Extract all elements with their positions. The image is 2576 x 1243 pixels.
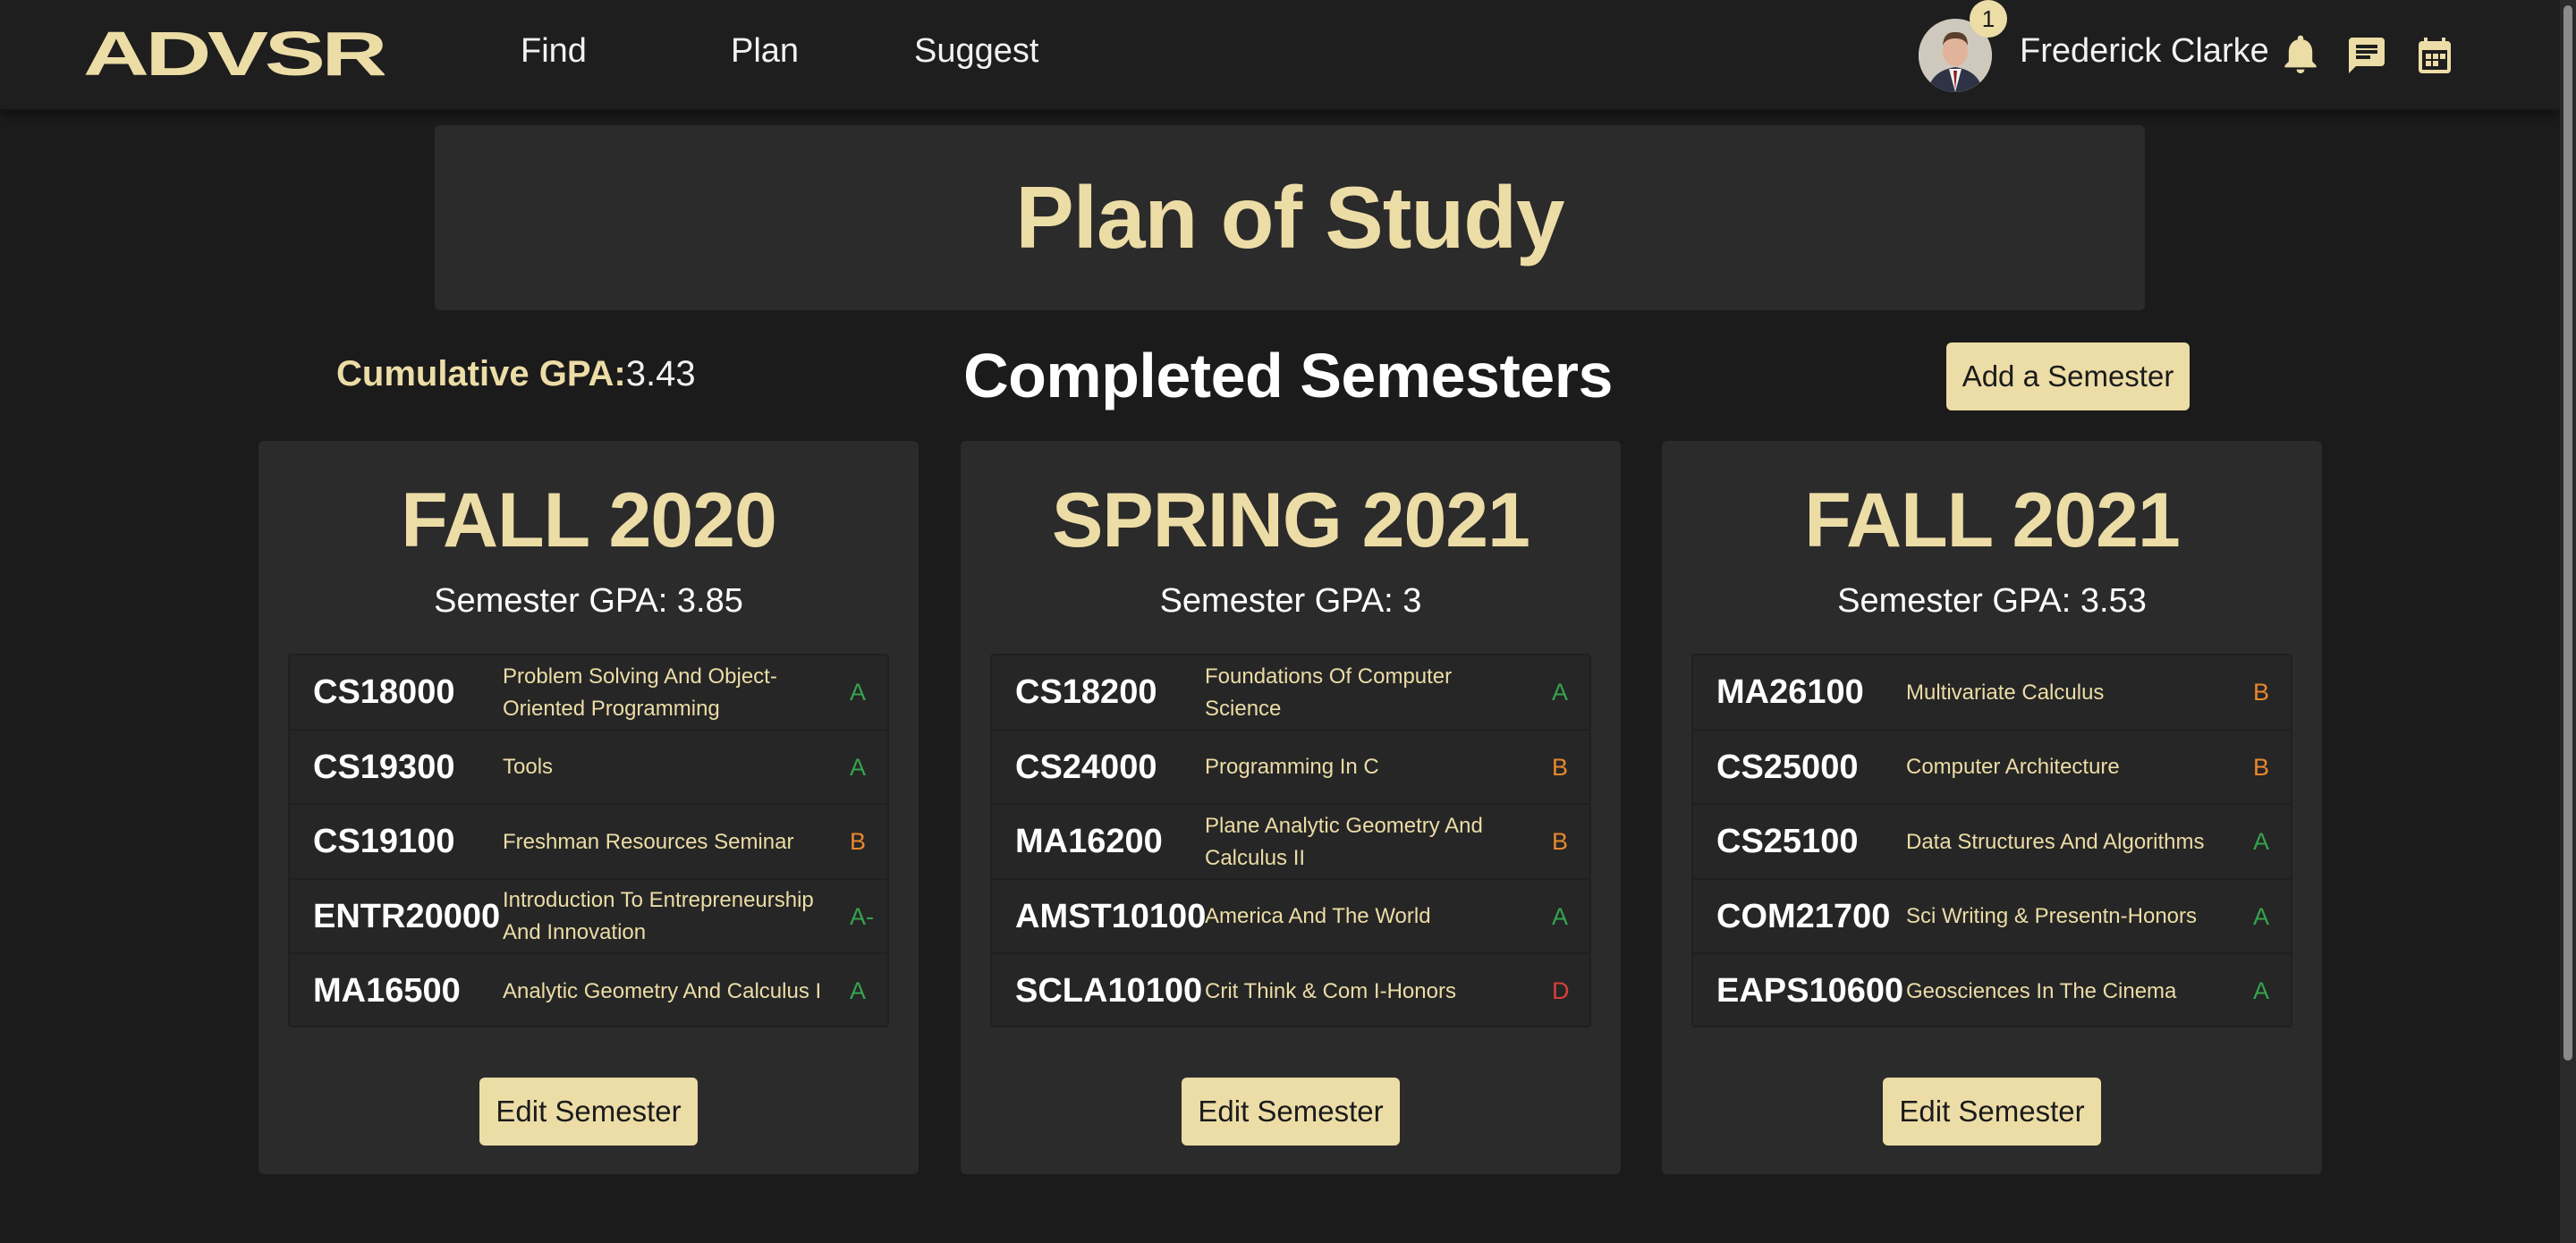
course-row[interactable]: COM21700 Sci Writing & Presentn-Honors A xyxy=(1693,880,2291,954)
course-code: CS19300 xyxy=(313,748,455,786)
course-name: Crit Think & Com I-Honors xyxy=(1205,978,1456,1003)
nav-suggest-link[interactable]: Suggest xyxy=(914,32,1038,71)
semester-card-fall-2021: FALL 2021 Semester GPA: 3.53 MA26100 Mul… xyxy=(1662,441,2322,1174)
course-name: Tools xyxy=(503,755,554,779)
course-name: Analytic Geometry And Calculus I xyxy=(503,978,822,1003)
course-code: CS18200 xyxy=(1015,673,1157,711)
course-grade: B xyxy=(1552,828,1569,855)
course-code: CS19100 xyxy=(313,823,455,860)
course-name: Plane Analytic Geometry And Calculus II xyxy=(1205,813,1483,870)
course-code: MA26100 xyxy=(1716,673,1864,711)
semester-gpa: Semester GPA: 3.53 xyxy=(1837,582,2147,620)
course-grade: A- xyxy=(850,902,874,930)
course-grade: A xyxy=(1552,679,1569,706)
course-list: MA26100 Multivariate Calculus B CS25000 … xyxy=(1691,654,2292,1027)
course-row[interactable]: ENTR20000 Introduction To Entrepreneursh… xyxy=(290,880,887,954)
course-grade: A xyxy=(2253,828,2270,855)
course-row[interactable]: CS19300 Tools A xyxy=(290,731,887,805)
course-grade: B xyxy=(2253,679,2270,706)
course-grade: A xyxy=(850,753,867,781)
edit-semester-button[interactable]: Edit Semester xyxy=(1883,1078,2101,1146)
course-grade: B xyxy=(2253,753,2270,781)
course-code: EAPS10600 xyxy=(1716,972,1904,1010)
course-code: CS25100 xyxy=(1716,823,1859,860)
course-grade: A xyxy=(1552,902,1569,930)
page-scrollbar-thumb[interactable] xyxy=(2563,5,2572,1061)
course-row[interactable]: MA26100 Multivariate Calculus B xyxy=(1693,655,2291,731)
course-grade: A xyxy=(850,977,867,1004)
completed-semesters-heading: Completed Semesters xyxy=(963,341,1613,410)
course-row[interactable]: MA16200 Plane Analytic Geometry And Calc… xyxy=(992,805,1589,880)
add-semester-button[interactable]: Add a Semester xyxy=(1946,342,2190,410)
course-code: CS18000 xyxy=(313,673,455,711)
calendar-icon[interactable] xyxy=(2413,34,2456,77)
nav-plan-link[interactable]: Plan xyxy=(731,32,799,71)
course-name: America And The World xyxy=(1205,904,1431,928)
semester-title: FALL 2021 xyxy=(1804,478,2181,563)
course-name: Programming In C xyxy=(1205,755,1379,779)
semester-gpa: Semester GPA: 3.85 xyxy=(434,582,743,620)
course-name: Geosciences In The Cinema xyxy=(1906,978,2177,1003)
edit-semester-button[interactable]: Edit Semester xyxy=(479,1078,698,1146)
course-row[interactable]: CS24000 Programming In C B xyxy=(992,731,1589,805)
edit-semester-button[interactable]: Edit Semester xyxy=(1182,1078,1400,1146)
course-code: SCLA10100 xyxy=(1015,972,1203,1010)
course-name: Freshman Resources Seminar xyxy=(503,829,794,854)
course-row[interactable]: CS25000 Computer Architecture B xyxy=(1693,731,2291,805)
course-grade: A xyxy=(850,679,867,706)
semester-title: FALL 2020 xyxy=(401,478,777,563)
page-title: Plan of Study xyxy=(1015,168,1564,266)
course-name: Multivariate Calculus xyxy=(1906,680,2105,705)
chat-icon[interactable] xyxy=(2345,34,2388,77)
course-grade: A xyxy=(2253,902,2270,930)
course-row[interactable]: EAPS10600 Geosciences In The Cinema A xyxy=(1693,954,2291,1029)
nav-find-link[interactable]: Find xyxy=(521,32,587,71)
course-row[interactable]: CS19100 Freshman Resources Seminar B xyxy=(290,805,887,880)
course-grade: D xyxy=(1552,977,1570,1004)
semester-card-fall-2020: FALL 2020 Semester GPA: 3.85 CS18000 Pro… xyxy=(258,441,919,1174)
course-list: CS18000 Problem Solving And Object-Orien… xyxy=(288,654,889,1027)
advsr-logo[interactable]: ADVSR xyxy=(82,25,385,84)
semester-title: SPRING 2021 xyxy=(1052,478,1530,563)
course-code: CS24000 xyxy=(1015,748,1157,786)
course-code: COM21700 xyxy=(1716,897,1891,935)
course-row[interactable]: AMST10100 America And The World A xyxy=(992,880,1589,954)
semester-gpa: Semester GPA: 3 xyxy=(1159,582,1422,620)
course-name: Data Structures And Algorithms xyxy=(1906,829,2205,854)
course-name: Problem Solving And Object-Oriented Prog… xyxy=(503,664,777,721)
semester-card-spring-2021: SPRING 2021 Semester GPA: 3 CS18200 Foun… xyxy=(961,441,1621,1174)
page-title-panel: Plan of Study xyxy=(435,125,2145,310)
course-grade: B xyxy=(850,828,867,855)
course-row[interactable]: CS25100 Data Structures And Algorithms A xyxy=(1693,805,2291,880)
course-name: Foundations Of Computer Science xyxy=(1205,664,1453,721)
logo-text: ADVSR xyxy=(83,25,385,84)
course-list: CS18200 Foundations Of Computer Science … xyxy=(990,654,1591,1027)
course-name: Computer Architecture xyxy=(1906,755,2120,779)
course-code: CS25000 xyxy=(1716,748,1859,786)
course-grade: B xyxy=(1552,753,1569,781)
top-navbar: ADVSR Find Plan Suggest 1 Frederick Clar… xyxy=(0,0,2560,111)
course-grade: A xyxy=(2253,977,2270,1004)
course-row[interactable]: CS18000 Problem Solving And Object-Orien… xyxy=(290,655,887,731)
notification-badge: 1 xyxy=(1970,0,2007,38)
course-row[interactable]: CS18200 Foundations Of Computer Science … xyxy=(992,655,1589,731)
course-row[interactable]: MA16500 Analytic Geometry And Calculus I… xyxy=(290,954,887,1029)
course-code: ENTR20000 xyxy=(313,897,501,935)
user-name[interactable]: Frederick Clarke xyxy=(2020,32,2269,71)
course-name: Introduction To Entrepreneurship And Inn… xyxy=(503,888,814,944)
course-code: MA16200 xyxy=(1015,823,1163,860)
course-code: AMST10100 xyxy=(1015,897,1207,935)
course-code: MA16500 xyxy=(313,972,461,1010)
course-row[interactable]: SCLA10100 Crit Think & Com I-Honors D xyxy=(992,954,1589,1029)
course-name: Sci Writing & Presentn-Honors xyxy=(1906,904,2198,928)
bell-icon[interactable] xyxy=(2279,34,2322,77)
